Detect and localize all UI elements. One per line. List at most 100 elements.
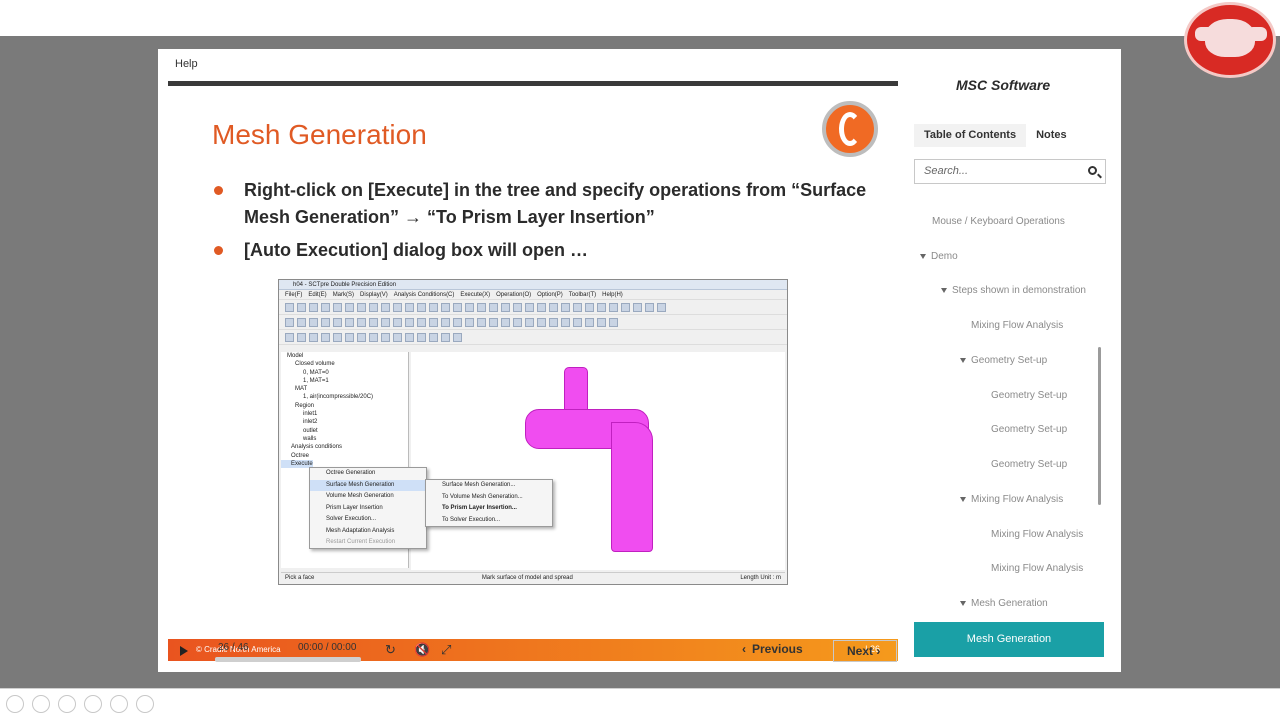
toc-item[interactable]: Mouse / Keyboard Operations	[932, 216, 1065, 227]
submenu-item: Surface Mesh Generation...	[442, 482, 516, 488]
pen-icon[interactable]	[58, 695, 76, 713]
slide-title: Mesh Generation	[212, 119, 427, 150]
bullet-text: [Auto Execution] dialog box will open …	[244, 240, 588, 260]
screenshot-menubar: File(F) Edit(E) Mark(S) Display(V) Analy…	[279, 290, 787, 300]
caret-down-icon	[941, 287, 947, 293]
menu-item: Execute(X)	[460, 292, 491, 298]
context-menu-item: Surface Mesh Generation	[310, 479, 426, 491]
bottom-toolbar	[6, 695, 154, 713]
tree-node: MAT	[295, 386, 308, 393]
tree-node-selected: Execute	[281, 459, 313, 469]
zoom-icon[interactable]	[110, 695, 128, 713]
bottom-strip	[0, 688, 1280, 720]
toc-item[interactable]: Geometry Set-up	[991, 390, 1067, 401]
tree-node: Analysis conditions	[291, 444, 343, 451]
embedded-screenshot: h04 - SCTpre Double Precision Edition Fi…	[278, 279, 788, 585]
slide-counter: 26 / 46	[218, 642, 249, 653]
slide-canvas: Mesh Generation Right-click on [Execute]…	[168, 81, 898, 661]
mute-icon[interactable]: 🔇	[414, 642, 430, 658]
copy-icon[interactable]	[84, 695, 102, 713]
bullet-list: Right-click on [Execute] in the tree and…	[208, 177, 868, 270]
next-label: Next	[847, 644, 874, 658]
search-placeholder: Search...	[924, 165, 969, 177]
sidebar-tabs: Table of Contents Notes	[914, 124, 1110, 147]
chevron-left-icon: ‹	[742, 642, 746, 656]
course-player: Help Mesh Generation Right-click on [Exe…	[158, 49, 1121, 672]
help-link[interactable]: Help	[175, 58, 198, 70]
chevron-right-icon: ›	[876, 644, 881, 658]
toc-item[interactable]: Mixing Flow Analysis	[971, 320, 1063, 331]
bullet-item: [Auto Execution] dialog box will open …	[208, 237, 868, 264]
play-icon[interactable]	[180, 646, 188, 656]
toc-item-active[interactable]: Mesh Generation	[914, 622, 1104, 657]
toc-scrollbar[interactable]	[1098, 347, 1101, 505]
screenshot-toolbar-2	[279, 315, 787, 330]
submenu-item: To Solver Execution...	[442, 516, 501, 523]
3d-viewport	[411, 352, 785, 570]
tree-node: Region	[295, 402, 315, 409]
playback-controls: 26 / 46 00:00 / 00:00 ↻ 🔇 ⤢ ‹ Previous Ne…	[158, 634, 903, 670]
toc-item[interactable]: Geometry Set-up	[960, 355, 1047, 366]
top-strip	[0, 0, 1280, 36]
previous-button[interactable]: ‹ Previous	[742, 642, 803, 656]
forward-icon[interactable]	[32, 695, 50, 713]
back-icon[interactable]	[6, 695, 24, 713]
cradle-logo-icon	[822, 101, 878, 157]
pipe-outlet	[611, 422, 653, 552]
tree-node: 1, air(incompressible/20C)	[303, 394, 374, 401]
menu-item: Operation(O)	[496, 292, 532, 298]
caret-down-icon	[960, 600, 966, 606]
fullscreen-icon[interactable]: ⤢	[441, 642, 451, 658]
context-menu-item: Solver Execution...	[326, 516, 377, 522]
menu-item: File(F)	[285, 292, 303, 298]
tree-node: 1, MAT=1	[303, 377, 329, 384]
tree-node: inlet1	[303, 411, 318, 418]
toc-item[interactable]: Geometry Set-up	[991, 459, 1067, 470]
submenu: Surface Mesh Generation... To Volume Mes…	[425, 479, 553, 527]
sidebar: MSC Software Table of Contents Notes Sea…	[908, 49, 1121, 672]
toc-item[interactable]: Steps shown in demonstration	[941, 285, 1086, 296]
status-right: Length Unit : m	[740, 575, 781, 581]
toc-item[interactable]: Geometry Set-up	[991, 424, 1067, 435]
tab-notes[interactable]: Notes	[1026, 124, 1077, 147]
tree-node: Octree	[291, 452, 310, 459]
screenshot-title: h04 - SCTpre Double Precision Edition	[279, 280, 787, 290]
tree-node: outlet	[303, 427, 318, 434]
toc-item[interactable]: Mesh Generation	[960, 598, 1048, 609]
menu-item: Edit(E)	[308, 292, 327, 298]
submenu-item: To Prism Layer Insertion...	[442, 505, 517, 511]
status-mid: Mark surface of model and spread	[481, 575, 573, 581]
status-left: Pick a face	[285, 575, 315, 581]
menu-item: Help(H)	[602, 292, 623, 298]
context-menu-item: Mesh Adaptation Analysis	[326, 527, 395, 534]
tree-node: 0, MAT=0	[303, 369, 329, 376]
toc-item[interactable]: Mixing Flow Analysis	[991, 563, 1083, 574]
context-menu: Octree Generation Surface Mesh Generatio…	[309, 467, 427, 549]
slide-top-bar	[168, 81, 898, 86]
tree-node: inlet2	[303, 419, 318, 426]
search-icon[interactable]	[1088, 166, 1097, 175]
context-menu-item: Volume Mesh Generation	[326, 493, 394, 499]
toc-item[interactable]: Mixing Flow Analysis	[991, 529, 1083, 540]
bullet-dot-icon	[214, 186, 223, 195]
time-display: 00:00 / 00:00	[298, 642, 357, 653]
context-menu-item: Restart Current Execution	[326, 539, 396, 545]
menu-item: Mark(S)	[332, 292, 355, 298]
bullet-item: Right-click on [Execute] in the tree and…	[208, 177, 868, 231]
seek-bar[interactable]	[215, 657, 361, 662]
toc-item[interactable]: Demo	[920, 251, 958, 262]
toc-item[interactable]: Mixing Flow Analysis	[960, 494, 1063, 505]
search-input[interactable]: Search...	[914, 159, 1106, 184]
previous-label: Previous	[752, 642, 803, 656]
submenu-item: To Volume Mesh Generation...	[442, 493, 523, 500]
tree-node: walls	[303, 435, 317, 442]
brain-logo-icon	[1184, 2, 1276, 78]
screenshot-toolbar-3	[279, 330, 787, 345]
screenshot-statusbar: Pick a face Mark surface of model and sp…	[281, 572, 785, 582]
more-icon[interactable]	[136, 695, 154, 713]
replay-icon[interactable]: ↻	[385, 642, 396, 658]
next-button[interactable]: Next ›	[833, 640, 897, 662]
caret-down-icon	[960, 496, 966, 502]
context-menu-item: Prism Layer Insertion	[326, 504, 383, 511]
tab-table-of-contents[interactable]: Table of Contents	[914, 124, 1027, 147]
